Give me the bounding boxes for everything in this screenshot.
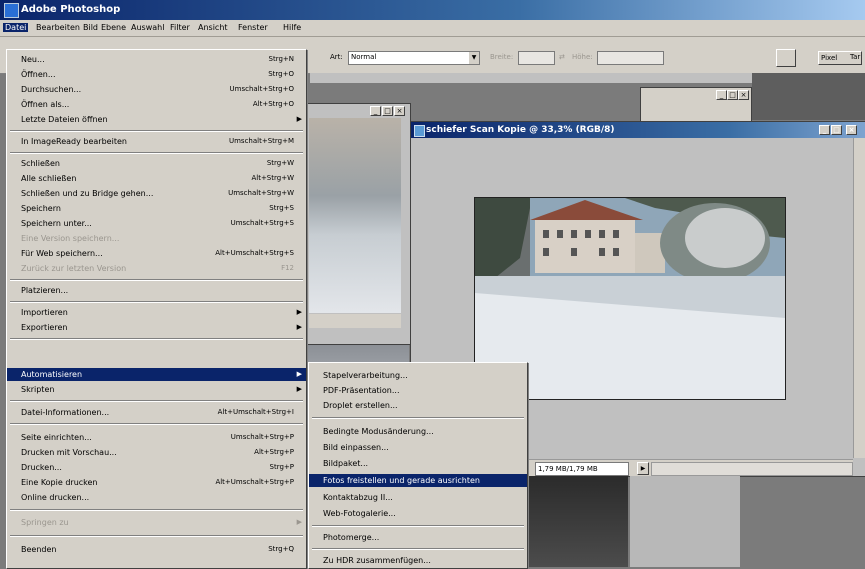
horizontal-scrollbar[interactable] — [651, 462, 853, 476]
menu-item-zu-hdr[interactable]: Zu HDR zusammenfügen... — [309, 554, 527, 567]
menu-item-droplet-erstellen[interactable]: Droplet erstellen... — [309, 399, 527, 412]
minimize-icon[interactable]: _ — [716, 90, 727, 100]
file-menu: Neu... Strg+N Öffnen... Strg+O Durchsuchen… — [6, 49, 307, 569]
menu-item-platzieren[interactable]: Platzieren... — [7, 284, 306, 297]
menu-item-bild-einpassen[interactable]: Bild einpassen... — [309, 441, 527, 454]
maximize-icon[interactable]: □ — [831, 125, 842, 135]
menu-hilfe[interactable]: Hilfe — [283, 23, 301, 32]
automate-submenu: Stapelverarbeitung... PDF-Präsentation..… — [308, 362, 528, 569]
menu-item-automatisieren[interactable]: Automatisieren ▶ — [7, 368, 306, 381]
tab-partial: Tar — [850, 53, 861, 61]
height-input[interactable] — [597, 51, 664, 65]
style-select[interactable]: Normal ▼ — [348, 51, 480, 65]
menu-item-speichern-unter[interactable]: Speichern unter... Umschalt+Strg+S — [7, 217, 306, 230]
submenu-arrow-icon: ▶ — [296, 308, 302, 316]
photoshop-app-icon — [4, 3, 19, 18]
menu-bild[interactable]: Bild — [83, 23, 98, 32]
document-title: schiefer Scan Kopie @ 33,3% (RGB/8) — [426, 125, 615, 135]
app-title-bar: Adobe Photoshop — [0, 0, 865, 20]
close-icon[interactable]: × — [394, 106, 405, 116]
menu-item-durchsuchen[interactable]: Durchsuchen... Umschalt+Strg+O — [7, 83, 306, 96]
menu-item-kopie-drucken[interactable]: Eine Kopie drucken Alt+Umschalt+Strg+P — [7, 476, 306, 489]
menu-item-drucken-vorschau[interactable]: Drucken mit Vorschau... Alt+Strg+P — [7, 446, 306, 459]
background-window-2[interactable]: _ □ × — [640, 87, 752, 125]
style-label: Art: — [330, 53, 343, 61]
menu-item-bildpaket[interactable]: Bildpaket... — [309, 457, 527, 470]
menu-item-stapelverarbeitung[interactable]: Stapelverarbeitung... — [309, 369, 527, 382]
status-menu-arrow-icon[interactable]: ▶ — [637, 462, 649, 475]
menu-item-imageready[interactable]: In ImageReady bearbeiten Umschalt+Strg+M — [7, 135, 306, 148]
style-select-value: Normal — [351, 53, 377, 61]
menu-item-importieren[interactable]: Importieren ▶ — [7, 306, 306, 319]
app-title: Adobe Photoshop — [21, 4, 121, 15]
menu-ansicht[interactable]: Ansicht — [198, 23, 228, 32]
submenu-arrow-icon: ▶ — [296, 323, 302, 331]
palette-area — [752, 73, 865, 120]
menu-item-kontaktabzug[interactable]: Kontaktabzug II... — [309, 491, 527, 504]
menu-item-exportieren[interactable]: Exportieren ▶ — [7, 321, 306, 334]
menu-ebene[interactable]: Ebene — [101, 23, 126, 32]
document-icon — [414, 125, 425, 137]
menu-auswahl[interactable]: Auswahl — [131, 23, 164, 32]
scrollbar[interactable] — [309, 314, 401, 328]
menu-item-online-drucken[interactable]: Online drucken... — [7, 491, 306, 504]
menu-item-web-fotogalerie[interactable]: Web-Fotogalerie... — [309, 507, 527, 520]
menu-filter[interactable]: Filter — [170, 23, 190, 32]
menu-item-zurueck-letzte-version: Zurück zur letzten Version F12 — [21, 264, 294, 273]
submenu-arrow-icon: ▶ — [296, 385, 302, 393]
maximize-icon[interactable]: □ — [727, 90, 738, 100]
menu-datei[interactable]: Datei — [3, 23, 29, 32]
menu-item-beenden[interactable]: Beenden Strg+Q — [7, 543, 306, 556]
document-title-bar[interactable]: schiefer Scan Kopie @ 33,3% (RGB/8) _ □ … — [411, 122, 865, 138]
menu-item-version-speichern: Eine Version speichern... — [21, 234, 120, 243]
palette-toggle-button[interactable] — [776, 49, 796, 67]
width-label: Breite: — [490, 53, 514, 61]
submenu-arrow-icon: ▶ — [296, 115, 302, 123]
close-icon[interactable]: × — [846, 125, 857, 135]
swap-icon[interactable]: ⇄ — [559, 53, 565, 61]
background-document-window[interactable]: _ □ × — [305, 103, 411, 345]
menu-item-letzte-dateien[interactable]: Letzte Dateien öffnen ▶ — [7, 113, 306, 126]
chevron-down-icon[interactable]: ▼ — [469, 52, 479, 64]
menu-bar: Datei Bearbeiten Bild Ebene Auswahl Filt… — [0, 20, 865, 37]
menu-item-fuer-web-speichern[interactable]: Für Web speichern... Alt+Umschalt+Strg+S — [7, 247, 306, 260]
document-size-readout[interactable]: 1,79 MB/1,79 MB — [535, 462, 629, 476]
minimize-icon[interactable]: _ — [370, 106, 381, 116]
menu-item-drucken[interactable]: Drucken... Strg+P — [7, 461, 306, 474]
menu-item-neu[interactable]: Neu... Strg+N — [7, 53, 306, 66]
menu-item-photomerge[interactable]: Photomerge... — [309, 531, 527, 544]
menu-item-seite-einrichten[interactable]: Seite einrichten... Umschalt+Strg+P — [7, 431, 306, 444]
background-photo — [309, 118, 401, 313]
menu-item-skripten[interactable]: Skripten ▶ — [7, 383, 306, 396]
background-image-dark — [528, 476, 628, 567]
vertical-scrollbar[interactable] — [853, 138, 865, 458]
menu-fenster[interactable]: Fenster — [238, 23, 268, 32]
menu-bearbeiten[interactable]: Bearbeiten — [36, 23, 80, 32]
minimize-icon[interactable]: _ — [819, 125, 830, 135]
menu-item-speichern[interactable]: Speichern Strg+S — [7, 202, 306, 215]
close-icon[interactable]: × — [738, 90, 749, 100]
menu-item-springen-zu: Springen zu ▶ — [21, 518, 302, 527]
height-label: Höhe: — [572, 53, 593, 61]
menu-item-pdf-praesentation[interactable]: PDF-Präsentation... — [309, 384, 527, 397]
workspace-strip — [310, 73, 752, 83]
maximize-icon[interactable]: □ — [382, 106, 393, 116]
menu-item-schliessen[interactable]: Schließen Strg+W — [7, 157, 306, 170]
menu-item-alle-schliessen[interactable]: Alle schließen Alt+Strg+W — [7, 172, 306, 185]
menu-item-datei-informationen[interactable]: Datei-Informationen... Alt+Umschalt+Strg+… — [7, 406, 306, 419]
menu-item-schliessen-bridge[interactable]: Schließen und zu Bridge gehen... Umschalt… — [7, 187, 306, 200]
width-input[interactable] — [518, 51, 555, 65]
submenu-arrow-icon: ▶ — [296, 370, 302, 378]
menu-item-fotos-freistellen[interactable]: Fotos freistellen und gerade ausrichten — [309, 474, 527, 487]
menu-item-oeffnen-als[interactable]: Öffnen als... Alt+Strg+O — [7, 98, 306, 111]
menu-item-oeffnen[interactable]: Öffnen... Strg+O — [7, 68, 306, 81]
menu-item-bedingte-modusaenderung[interactable]: Bedingte Modusänderung... — [309, 425, 527, 438]
background-panel — [630, 476, 740, 567]
